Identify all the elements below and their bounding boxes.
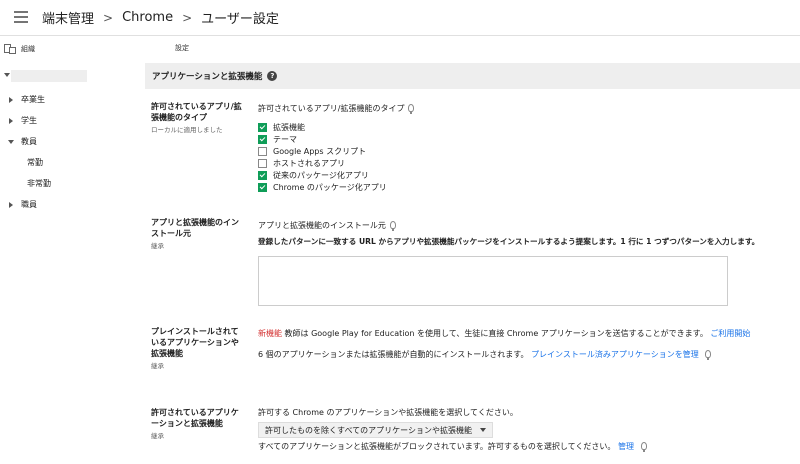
install-sources-label-line2: ストール元: [151, 229, 191, 238]
allowed-apps-select[interactable]: 許可したものを除くすべてのアプリケーションや拡張機能: [258, 422, 493, 438]
breadcrumb-user-settings: ユーザー設定: [201, 12, 279, 27]
preinstall-scope: 継承: [151, 362, 164, 370]
chevron-right-icon: >: [103, 10, 114, 25]
checkbox-themes[interactable]: [258, 134, 267, 144]
preinstall-label-line3: 拡張機能: [151, 349, 183, 358]
new-feature-text: 教師は Google Play for Education を使用して、生徒に直…: [284, 329, 708, 338]
chevron-down-icon[interactable]: [8, 140, 14, 144]
preinstall-count-text: 6 個のアプリケーションまたは拡張機能が自動的にインストールされます。: [258, 350, 529, 359]
top-bar: 端末管理 > Chrome > ユーザー設定: [0, 0, 800, 36]
checkbox-label: テーマ: [273, 134, 297, 144]
sidebar-item-label: 非常勤: [27, 179, 51, 188]
install-sources-setting: アプリと拡張機能のインストール元 登録したパターンに一致する URL からアプリ…: [258, 220, 798, 247]
breadcrumb-chrome[interactable]: Chrome: [122, 10, 173, 25]
preinstall-new-feature: 新機能 教師は Google Play for Education を使用して、…: [258, 328, 798, 339]
sidebar-item-label: 職員: [21, 200, 37, 209]
checkbox-row-hosted-apps[interactable]: ホストされるアプリ: [258, 157, 414, 169]
allowed-apps-heading: 許可する Chrome のアプリケーションや拡張機能を選択してください。: [258, 408, 518, 417]
lightbulb-icon[interactable]: [705, 350, 712, 360]
sidebar-item-students[interactable]: 学生: [0, 110, 145, 131]
section-header: アプリケーションと拡張機能 ?: [145, 63, 800, 89]
preinstall-setting: 新機能 教師は Google Play for Education を使用して、…: [258, 328, 798, 360]
new-feature-badge: 新機能: [258, 329, 282, 338]
checkbox-label: Google Apps スクリプト: [273, 146, 367, 156]
allowed-types-scope: ローカルに適用しました: [151, 126, 223, 134]
checkbox-row-legacy-packaged[interactable]: 従来のパッケージ化アプリ: [258, 169, 414, 181]
checkbox-extensions[interactable]: [258, 122, 267, 132]
get-started-link[interactable]: ご利用開始: [710, 329, 750, 338]
checkbox-row-themes[interactable]: テーマ: [258, 133, 414, 145]
sidebar-item-staff[interactable]: 職員: [0, 194, 145, 215]
chevron-right-icon[interactable]: [9, 97, 13, 103]
chevron-right-icon[interactable]: [9, 118, 13, 124]
checkbox-row-extensions[interactable]: 拡張機能: [258, 121, 414, 133]
sidebar-item-label: 学生: [21, 116, 37, 125]
install-sources-textarea[interactable]: [258, 256, 728, 306]
organization-icon: [4, 43, 16, 54]
preinstall-label-line1: プレインストールされて: [151, 327, 239, 336]
allowed-types-label-line1: 許可されているアプリ/拡: [151, 102, 242, 111]
org-tree: 卒業生 学生 教員 常勤 非常勤 職員: [0, 69, 145, 215]
allowed-types-setting: 許可されているアプリ/拡張機能のタイプ 拡張機能 テーマ Google Apps…: [258, 103, 415, 193]
manage-preinstalled-link[interactable]: プレインストール済みアプリケーションを管理: [531, 350, 699, 359]
help-icon[interactable]: ?: [267, 71, 278, 81]
checkbox-apps-script[interactable]: [258, 146, 267, 156]
install-sources-label-line1: アプリと拡張機能のイン: [151, 218, 239, 227]
install-sources-description: 登録したパターンに一致する URL からアプリや拡張機能パッケージをインストール…: [258, 237, 760, 246]
allowed-apps-scope: 継承: [151, 432, 164, 440]
sidebar-item-parttime[interactable]: 非常勤: [0, 173, 145, 194]
checkbox-row-apps-script[interactable]: Google Apps スクリプト: [258, 145, 414, 157]
allowed-types-heading: 許可されているアプリ/拡張機能のタイプ: [258, 104, 405, 113]
sidebar: 組織 卒業生 学生 教員 常勤 非常勤 職員: [0, 37, 145, 464]
checkbox-label: Chrome のパッケージ化アプリ: [273, 182, 387, 192]
lightbulb-icon[interactable]: [389, 221, 396, 231]
checkbox-label: 従来のパッケージ化アプリ: [273, 170, 369, 180]
allowed-types-label-line2: 張機能のタイプ: [151, 113, 207, 122]
allowed-apps-blocked-text: すべてのアプリケーションと拡張機能がブロックされています。許可するものを選択して…: [258, 442, 616, 451]
install-sources-scope: 継承: [151, 242, 164, 250]
root-org-name[interactable]: [11, 70, 87, 82]
org-title: 組織: [4, 43, 35, 54]
allowed-types-label: 許可されているアプリ/拡 張機能のタイプ ローカルに適用しました: [151, 101, 256, 136]
lightbulb-icon[interactable]: [408, 104, 415, 114]
chevron-right-icon: >: [182, 10, 193, 25]
allowed-apps-blocked-row: すべてのアプリケーションと拡張機能がブロックされています。許可するものを選択して…: [258, 441, 798, 452]
install-sources-heading: アプリと拡張機能のインストール元: [258, 221, 386, 230]
chevron-down-icon[interactable]: [4, 73, 10, 77]
manage-apps-link[interactable]: 管理: [618, 442, 634, 451]
sidebar-item-teachers[interactable]: 教員: [0, 131, 145, 152]
checkbox-row-chrome-packaged[interactable]: Chrome のパッケージ化アプリ: [258, 181, 414, 193]
sidebar-item-graduates[interactable]: 卒業生: [0, 89, 145, 110]
sidebar-item-label: 常勤: [27, 158, 43, 167]
allowed-apps-label-line1: 許可されているアプリケ: [151, 408, 239, 417]
sidebar-item-fulltime[interactable]: 常勤: [0, 152, 145, 173]
sidebar-item-label: 卒業生: [21, 95, 45, 104]
checkbox-chrome-packaged[interactable]: [258, 182, 267, 192]
checkbox-hosted-apps[interactable]: [258, 158, 267, 168]
chevron-right-icon[interactable]: [9, 202, 13, 208]
checkbox-label: ホストされるアプリ: [273, 158, 345, 168]
menu-icon[interactable]: [14, 11, 28, 23]
install-sources-label: アプリと拡張機能のイン ストール元 継承: [151, 217, 256, 252]
allowed-apps-label-line2: ーションと拡張機能: [151, 419, 223, 428]
sidebar-item-label: 教員: [21, 137, 37, 146]
allowed-types-checkbox-list: 拡張機能 テーマ Google Apps スクリプト ホストされるアプリ 従来の…: [258, 121, 414, 193]
allowed-apps-label: 許可されているアプリケ ーションと拡張機能 継承: [151, 407, 256, 442]
main-content: 設定 アプリケーションと拡張機能 ? 許可されているアプリ/拡 張機能のタイプ …: [145, 37, 800, 464]
allowed-apps-setting: 許可する Chrome のアプリケーションや拡張機能を選択してください。 許可し…: [258, 407, 798, 452]
breadcrumb-device-management[interactable]: 端末管理: [42, 8, 94, 27]
preinstall-label: プレインストールされて いるアプリケーションや 拡張機能 継承: [151, 326, 256, 372]
preinstall-count-row: 6 個のアプリケーションまたは拡張機能が自動的にインストールされます。 プレイン…: [258, 349, 798, 360]
org-title-label: 組織: [21, 44, 35, 53]
breadcrumb: 端末管理 > Chrome > ユーザー設定: [42, 8, 279, 27]
preinstall-label-line2: いるアプリケーションや: [151, 338, 239, 347]
checkbox-label: 拡張機能: [273, 122, 305, 132]
section-title: アプリケーションと拡張機能: [152, 72, 263, 82]
allowed-apps-select-value: 許可したものを除くすべてのアプリケーションや拡張機能: [265, 425, 472, 435]
lightbulb-icon[interactable]: [640, 442, 647, 452]
settings-column-label: 設定: [175, 44, 189, 52]
dropdown-caret-icon: [479, 428, 486, 432]
org-tree-root[interactable]: [0, 69, 145, 83]
checkbox-legacy-packaged[interactable]: [258, 170, 267, 180]
